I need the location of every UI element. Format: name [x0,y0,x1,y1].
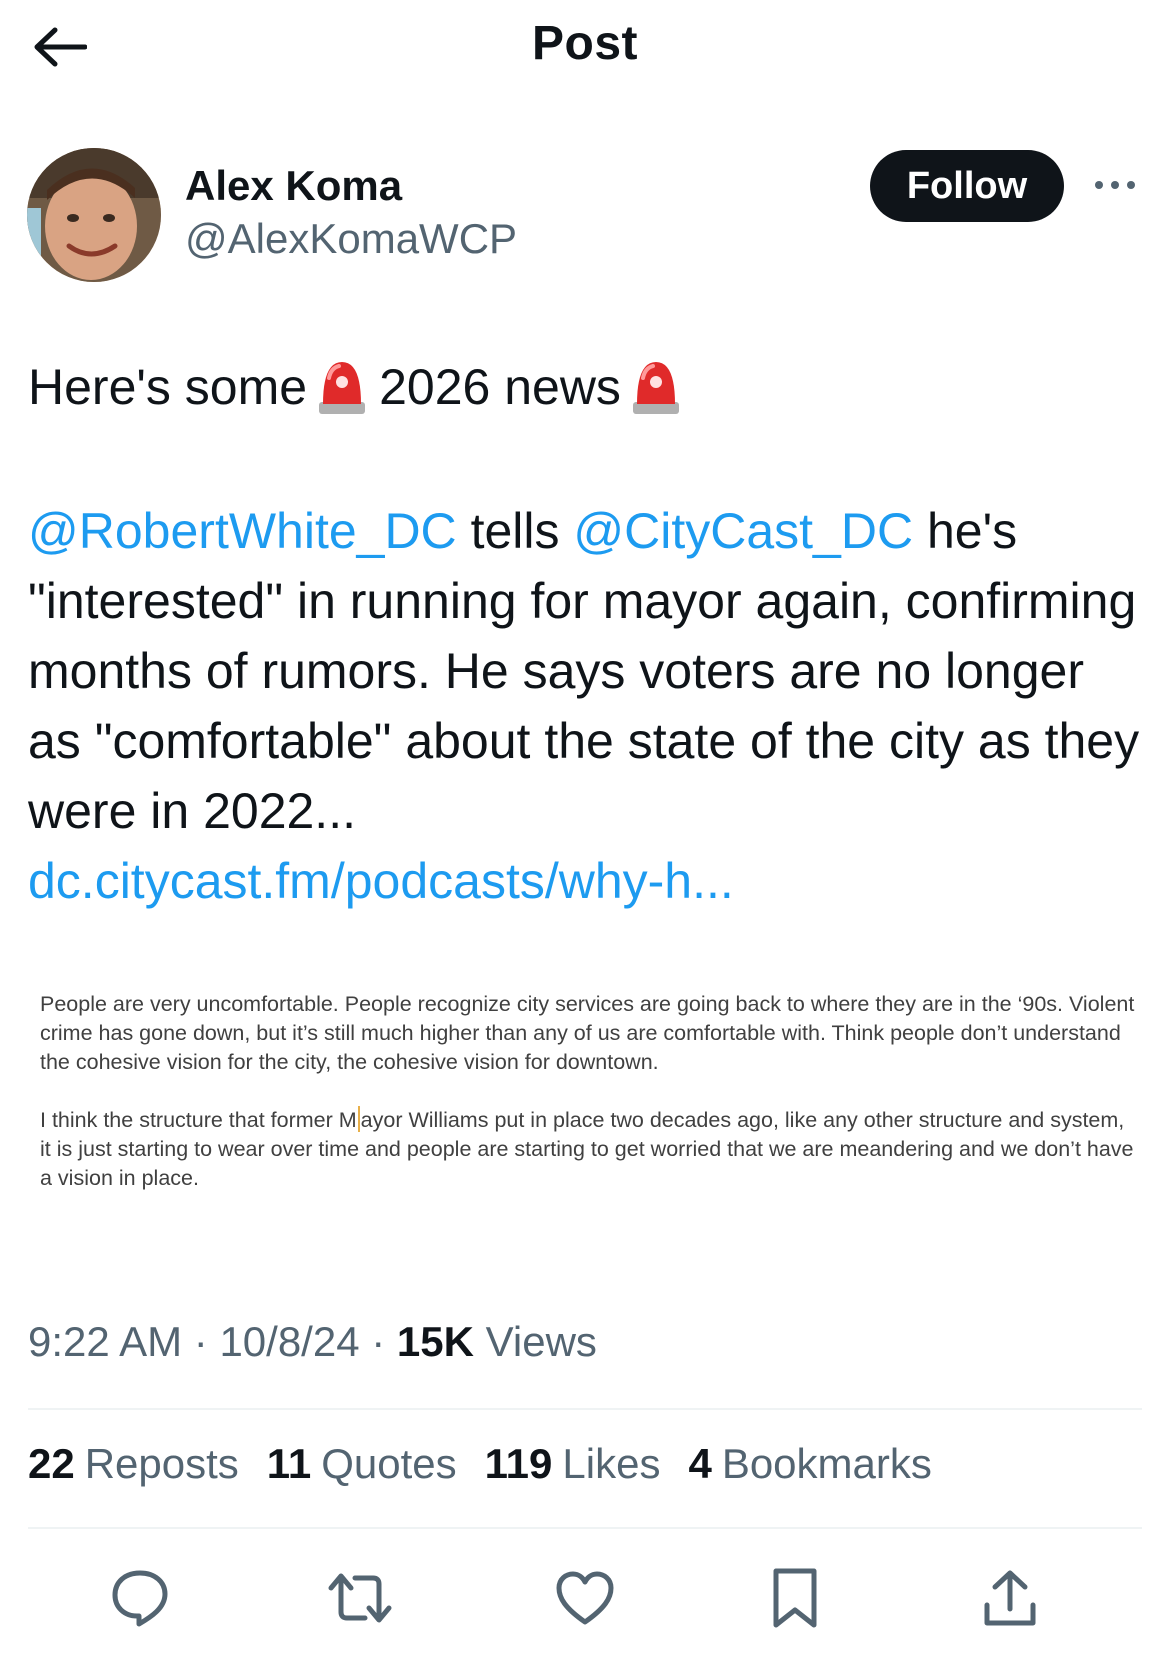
police-light-emoji [317,358,367,416]
like-button[interactable] [545,1558,625,1638]
headline-text-2: 2026 news [379,359,621,415]
avatar[interactable] [27,148,161,282]
attached-image[interactable]: People are very uncomfortable. People re… [28,990,1138,1240]
views-label: Views [473,1318,597,1365]
post-time[interactable]: 9:22 AM [28,1318,182,1365]
bookmark-icon [773,1568,817,1628]
bookmark-button[interactable] [755,1558,835,1638]
user-handle[interactable]: @AlexKomaWCP [185,215,517,263]
repost-button[interactable] [320,1558,400,1638]
display-name[interactable]: Alex Koma [185,162,402,210]
more-button[interactable] [1090,170,1140,200]
post-headline: Here's some 2026 news [28,358,693,416]
police-light-emoji [631,358,681,416]
reply-icon [112,1570,168,1627]
engagement-stats: 22 Reposts 11 Quotes 119 Likes 4 Bookmarks [28,1440,932,1488]
headline-text-1: Here's some [28,359,308,415]
reply-button[interactable] [100,1558,180,1638]
page-title: Post [531,17,638,70]
post-meta: 9:22 AM · 10/8/24 · 15K Views [28,1318,597,1366]
image-paragraph-2-start: I think the structure that former M [40,1108,357,1132]
share-button[interactable] [970,1558,1050,1638]
post-date[interactable]: 10/8/24 [219,1318,359,1365]
post-body: @RobertWhite_DC tells @CityCast_DC he's … [28,496,1148,916]
mention-robertwhite[interactable]: @RobertWhite_DC [28,503,457,559]
image-paragraph-1: People are very uncomfortable. People re… [40,992,1135,1074]
share-icon [984,1570,1036,1626]
post-page: Post Alex Koma @AlexKomaWCP Follow Here'… [0,0,1170,1672]
meta-separator: · [182,1318,220,1365]
stat-likes[interactable]: 119 Likes [485,1440,661,1488]
meta-separator: · [359,1318,397,1365]
text-cursor [357,1106,360,1132]
top-bar: Post [0,0,1170,90]
stat-quotes[interactable]: 11 Quotes [267,1440,457,1488]
divider [28,1408,1142,1410]
mention-citycast[interactable]: @CityCast_DC [573,503,913,559]
more-horizontal-icon [1095,181,1135,189]
stat-reposts[interactable]: 22 Reposts [28,1440,239,1488]
image-paragraph-2: I think the structure that former Mayor … [28,1106,1138,1193]
action-bar [0,1558,1170,1638]
stat-bookmarks[interactable]: 4 Bookmarks [688,1440,931,1488]
avatar-image [27,148,161,282]
repost-icon [328,1573,392,1623]
body-text-tells: tells [456,503,574,559]
views-count: 15K [396,1318,474,1365]
divider [28,1527,1142,1529]
follow-button[interactable]: Follow [870,150,1064,222]
heart-icon [556,1571,614,1625]
post-link[interactable]: dc.citycast.fm/podcasts/why-h... [28,853,734,909]
